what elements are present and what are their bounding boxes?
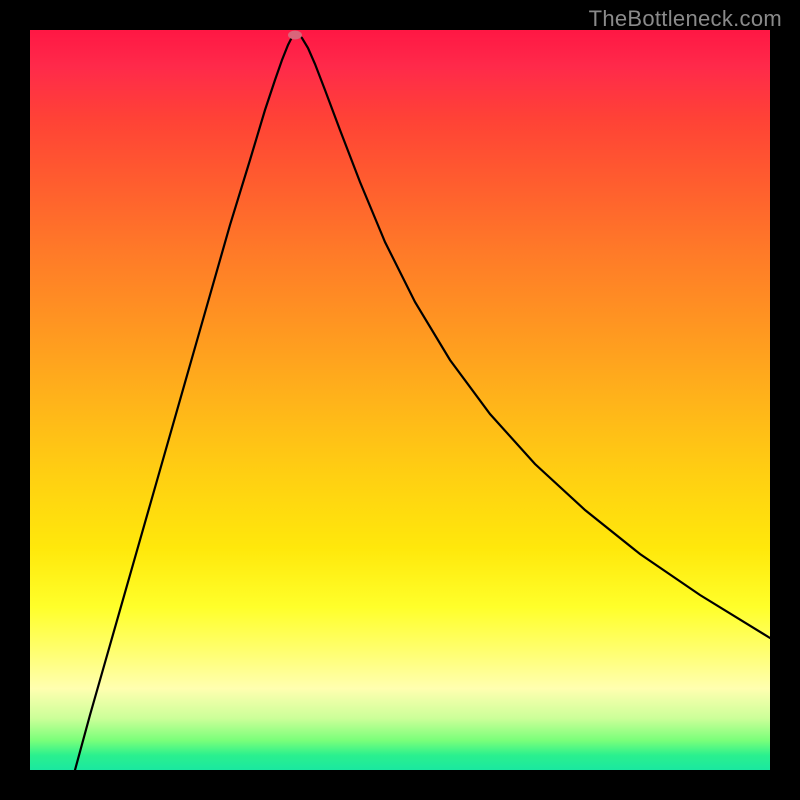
minimum-marker xyxy=(288,31,302,40)
watermark-text: TheBottleneck.com xyxy=(589,6,782,32)
gradient-plot-area xyxy=(30,30,770,770)
